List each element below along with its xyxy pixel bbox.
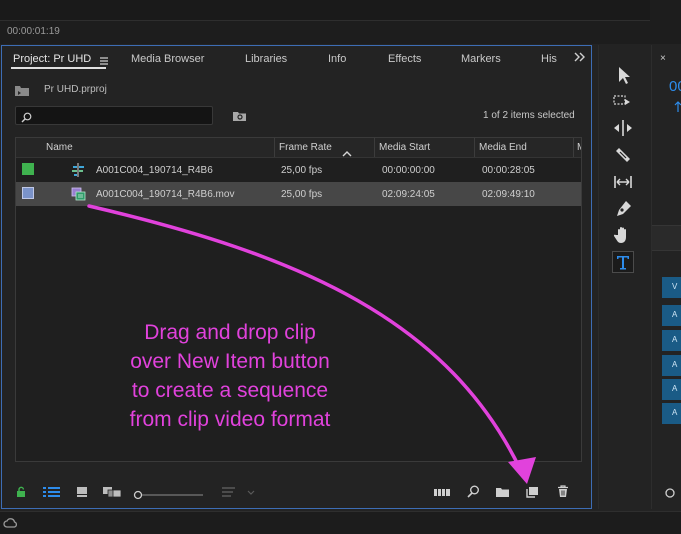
chevrons-right-icon[interactable] — [574, 50, 585, 65]
tab-markers[interactable]: Markers — [461, 53, 501, 65]
status-bar — [0, 511, 681, 534]
tab-project[interactable]: Project: Pr UHD — [13, 53, 91, 65]
search-input[interactable] — [15, 106, 213, 125]
pen-tool-icon[interactable] — [612, 198, 634, 220]
tab-libraries[interactable]: Libraries — [245, 53, 287, 65]
active-tab-indicator — [11, 67, 106, 69]
freeform-view-icon[interactable] — [102, 485, 122, 503]
item-media-start: 00:00:00:00 — [382, 165, 435, 176]
snap-icon[interactable] — [674, 100, 681, 118]
tab-history[interactable]: His — [541, 53, 557, 65]
timeline-ruler — [652, 225, 681, 251]
column-divider[interactable] — [274, 138, 275, 157]
table-row-selected[interactable]: A001C004_190714_R4B6.mov 25,00 fps 02:09… — [16, 182, 581, 206]
timeline-zoom-handle[interactable] — [664, 486, 676, 504]
timeline-timecode[interactable]: 00 — [669, 78, 681, 95]
instruction-annotation: Drag and drop clip over New Item button … — [99, 318, 361, 434]
creative-cloud-icon[interactable] — [3, 516, 18, 534]
column-header-overflow[interactable]: M — [577, 142, 581, 153]
new-search-bin-icon[interactable] — [232, 109, 247, 127]
clear-icon[interactable] — [557, 485, 569, 503]
new-bin-icon[interactable] — [495, 485, 510, 503]
audio-track-header[interactable]: A — [662, 355, 681, 376]
item-media-end: 00:00:28:05 — [482, 165, 535, 176]
monitor-area — [0, 0, 650, 21]
slip-tool-icon[interactable] — [612, 171, 634, 193]
panel-tabs: Project: Pr UHD Media Browser Libraries … — [2, 46, 591, 72]
timeline-tab-fragment[interactable]: × — [660, 53, 666, 64]
sort-icon[interactable] — [221, 485, 257, 503]
annotation-line: over New Item button — [130, 350, 330, 373]
project-file-name: Pr UHD.prproj — [44, 84, 107, 95]
playhead-timecode[interactable]: 00:00:01:19 — [7, 26, 60, 37]
annotation-line: Drag and drop clip — [144, 321, 316, 344]
project-bin-icon — [14, 84, 30, 97]
project-panel-toolbar — [2, 478, 591, 508]
program-monitor-strip — [0, 0, 681, 44]
column-header-name[interactable]: Name — [46, 142, 73, 153]
tab-effects[interactable]: Effects — [388, 53, 421, 65]
zoom-slider[interactable] — [133, 487, 205, 505]
project-panel: Project: Pr UHD Media Browser Libraries … — [1, 45, 592, 509]
table-row[interactable]: A001C004_190714_R4B6 25,00 fps 00:00:00:… — [16, 158, 581, 182]
razor-tool-icon[interactable] — [612, 144, 634, 166]
label-color-swatch[interactable] — [22, 163, 34, 175]
column-header-media-end[interactable]: Media End — [479, 142, 527, 153]
find-icon[interactable] — [467, 485, 480, 503]
tab-media-browser[interactable]: Media Browser — [131, 53, 204, 65]
item-media-end: 02:09:49:10 — [482, 189, 535, 200]
track-select-tool-icon[interactable] — [612, 91, 634, 113]
search-icon — [21, 110, 32, 128]
type-tool-icon[interactable] — [612, 251, 634, 273]
selection-count: 1 of 2 items selected — [483, 110, 575, 121]
lock-icon[interactable] — [16, 485, 26, 503]
column-divider[interactable] — [374, 138, 375, 157]
timeline-panel-fragment: × 00 V A A A A A — [651, 45, 681, 509]
automate-to-sequence-icon[interactable] — [434, 485, 451, 503]
audio-track-header[interactable]: A — [662, 330, 681, 351]
list-view-icon[interactable] — [43, 485, 60, 503]
annotation-line: to create a sequence — [131, 379, 329, 402]
tab-info[interactable]: Info — [328, 53, 346, 65]
selection-tool-icon[interactable] — [612, 64, 634, 86]
annotation-line: from clip video format — [129, 408, 331, 431]
clip-icon — [71, 187, 86, 206]
video-track-header[interactable]: V — [662, 277, 681, 298]
item-media-start: 02:09:24:05 — [382, 189, 435, 200]
item-frame-rate: 25,00 fps — [281, 189, 323, 200]
column-header-media-start[interactable]: Media Start — [379, 142, 430, 153]
audio-track-header[interactable]: A — [662, 379, 681, 400]
tools-panel — [598, 45, 647, 509]
column-header-row: Name Frame Rate Media Start Media End M — [16, 138, 581, 158]
icon-view-icon[interactable] — [76, 485, 88, 503]
column-header-frame-rate[interactable]: Frame Rate — [279, 142, 332, 153]
column-divider[interactable] — [474, 138, 475, 157]
audio-track-header[interactable]: A — [662, 403, 681, 424]
item-name[interactable]: A001C004_190714_R4B6 — [96, 165, 213, 176]
column-divider[interactable] — [573, 138, 574, 157]
sequence-icon — [71, 163, 85, 182]
label-color-swatch[interactable] — [22, 187, 34, 199]
item-name[interactable]: A001C004_190714_R4B6.mov — [96, 189, 234, 200]
hand-tool-icon[interactable] — [612, 224, 634, 246]
item-frame-rate: 25,00 fps — [281, 165, 323, 176]
audio-track-header[interactable]: A — [662, 305, 681, 326]
ripple-edit-tool-icon[interactable] — [612, 117, 634, 139]
new-item-icon[interactable] — [526, 485, 539, 503]
